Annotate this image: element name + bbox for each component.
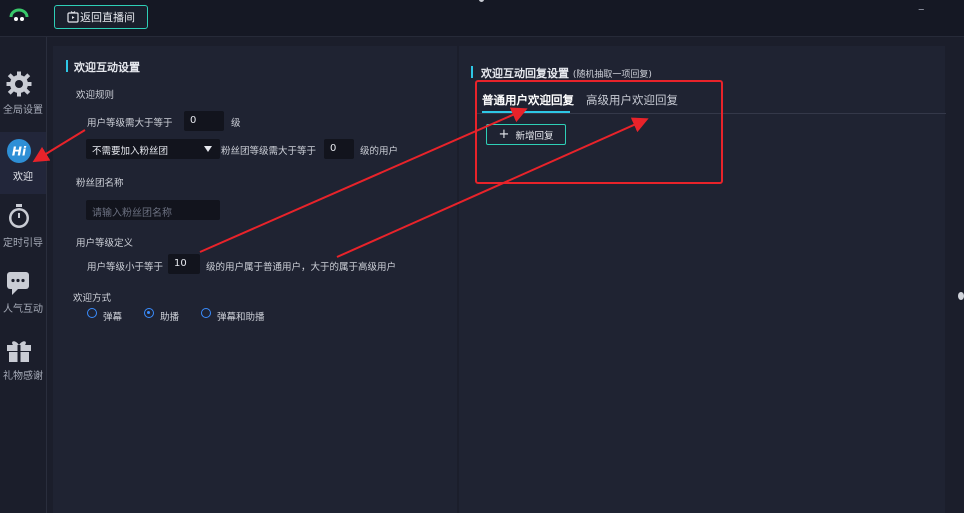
arrow-to-welcome-tab <box>32 129 86 163</box>
arrow-to-vip-tab <box>336 117 649 258</box>
arrow-to-normal-tab <box>199 107 528 253</box>
annotation-arrows <box>32 107 649 258</box>
edge-dot <box>958 292 964 300</box>
